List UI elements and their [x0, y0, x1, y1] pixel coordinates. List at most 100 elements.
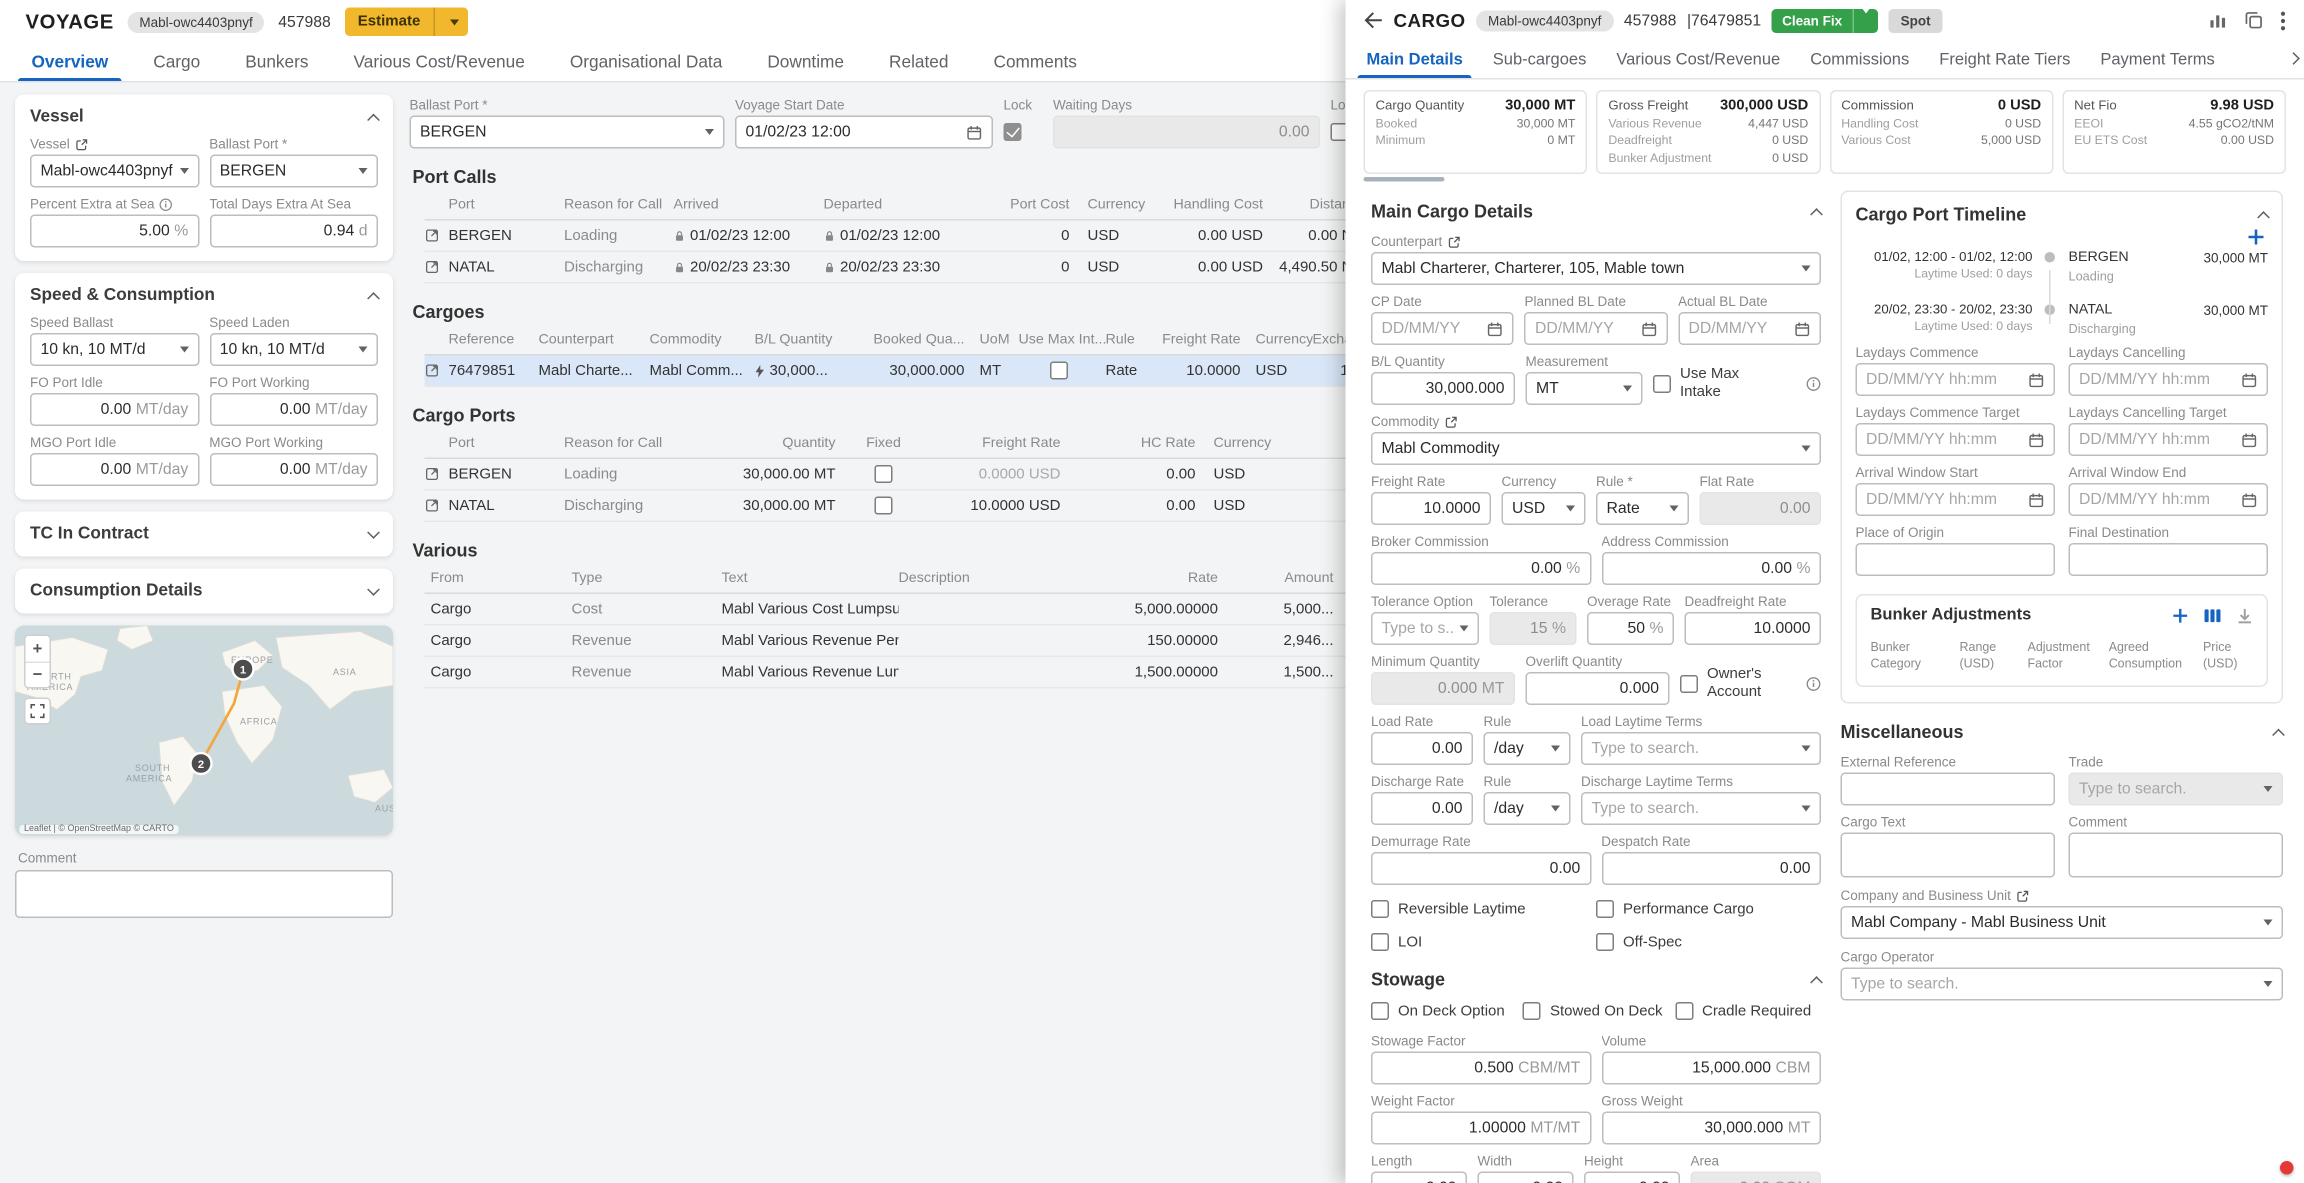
tab-main-details[interactable]: Main Details: [1352, 41, 1478, 79]
open-record-icon[interactable]: [425, 363, 440, 378]
use-max-intake-checkbox[interactable]: [1653, 375, 1671, 393]
performance-cargo-checkbox[interactable]: [1596, 901, 1614, 919]
status-dropdown-arrow-icon[interactable]: [1854, 13, 1878, 28]
external-link-icon[interactable]: [1447, 235, 1461, 249]
arrival-window-start-input[interactable]: DD/MM/YY hh:mm: [1856, 484, 2056, 517]
collapse-chevron-icon[interactable]: [2272, 728, 2285, 741]
add-port-call-icon[interactable]: [2247, 229, 2265, 247]
external-reference-input[interactable]: [1841, 773, 2056, 806]
demurrage-rate-input[interactable]: 0.00: [1371, 853, 1591, 886]
info-icon[interactable]: [1806, 376, 1821, 391]
external-link-icon[interactable]: [2015, 889, 2029, 903]
width-input[interactable]: 0.00: [1478, 1172, 1574, 1183]
tabs-overflow-chevron-icon[interactable]: [2287, 52, 2300, 65]
length-input[interactable]: 0.00: [1371, 1172, 1467, 1183]
download-icon[interactable]: [2237, 607, 2254, 624]
reversible-laytime-checkbox[interactable]: [1371, 901, 1389, 919]
cradle-required-checkbox[interactable]: [1675, 1003, 1693, 1021]
calendar-icon[interactable]: [966, 124, 983, 141]
expand-chevron-icon[interactable]: [367, 583, 380, 596]
fullscreen-button[interactable]: [24, 698, 51, 725]
counterpart-select[interactable]: Mabl Charterer, Charterer, 105, Mable to…: [1371, 253, 1821, 286]
cargo-operator-select[interactable]: Type to search.: [1841, 968, 2284, 1001]
load-laytime-terms-select[interactable]: Type to search.: [1581, 733, 1821, 766]
height-input[interactable]: 0.00: [1584, 1172, 1680, 1183]
deadfreight-rate-input[interactable]: 10.0000: [1685, 613, 1822, 646]
broker-commission-input[interactable]: 0.00%: [1371, 553, 1591, 586]
tab-overview[interactable]: Overview: [9, 44, 131, 82]
total-days-extra-input[interactable]: 0.94d: [209, 215, 378, 248]
cp-date-input[interactable]: DD/MM/YY: [1371, 313, 1514, 346]
off-spec-checkbox[interactable]: [1596, 934, 1614, 952]
calendar-icon[interactable]: [2241, 432, 2258, 449]
tab-organisational-data[interactable]: Organisational Data: [547, 44, 744, 82]
columns-icon[interactable]: [2204, 607, 2222, 624]
measurement-select[interactable]: MT: [1526, 373, 1643, 406]
use-max-intake-checkbox[interactable]: [1050, 362, 1068, 380]
fixed-checkbox[interactable]: [875, 465, 893, 483]
address-commission-input[interactable]: 0.00%: [1601, 553, 1821, 586]
loi-checkbox[interactable]: [1371, 934, 1389, 952]
rule-select[interactable]: Rate: [1596, 493, 1689, 526]
final-destination-input[interactable]: [2069, 544, 2269, 577]
tab-comments[interactable]: Comments: [971, 44, 1099, 82]
ballast-port-select[interactable]: BERGEN: [209, 155, 378, 188]
laydays-cancelling-input[interactable]: DD/MM/YY hh:mm: [2069, 364, 2269, 397]
world-map[interactable]: NORTH AMERICA EUROPE ASIA AFRICA SOUTH A…: [15, 626, 393, 836]
stowed-on-deck-checkbox[interactable]: [1523, 1003, 1541, 1021]
timeline-entry[interactable]: 20/02, 23:30 - 20/02, 23:30 Laytime Used…: [1856, 302, 2269, 337]
vessel-select[interactable]: Mabl-owc4403pnyf: [30, 155, 199, 188]
laydays-cancelling-target-input[interactable]: DD/MM/YY hh:mm: [2069, 424, 2269, 457]
discharge-rule-select[interactable]: /day: [1484, 793, 1571, 826]
commodity-select[interactable]: Mabl Commodity: [1371, 433, 1821, 466]
collapse-chevron-icon[interactable]: [367, 113, 380, 126]
gross-weight-input[interactable]: 30,000.000MT: [1601, 1112, 1821, 1145]
place-of-origin-input[interactable]: [1856, 544, 2056, 577]
external-link-icon[interactable]: [74, 137, 88, 151]
weight-factor-input[interactable]: 1.00000MT/MT: [1371, 1112, 1591, 1145]
calendar-icon[interactable]: [2241, 492, 2258, 509]
calendar-icon[interactable]: [1487, 321, 1504, 338]
add-bunker-adjustment-icon[interactable]: [2172, 607, 2189, 624]
open-record-icon[interactable]: [425, 260, 440, 275]
owners-account-checkbox[interactable]: [1680, 675, 1698, 693]
summary-scrollbar[interactable]: [1364, 178, 1445, 183]
tolerance-option-select[interactable]: Type to s...: [1371, 613, 1479, 646]
back-arrow-icon[interactable]: [1364, 11, 1384, 31]
tab-various-cost-revenue[interactable]: Various Cost/Revenue: [1601, 41, 1795, 79]
load-rule-select[interactable]: /day: [1484, 733, 1571, 766]
open-record-icon[interactable]: [425, 498, 440, 513]
calendar-icon[interactable]: [2028, 492, 2045, 509]
open-record-icon[interactable]: [425, 228, 440, 243]
notification-dot[interactable]: [2280, 1161, 2294, 1175]
freight-rate-input[interactable]: 10.0000: [1371, 493, 1491, 526]
speed-laden-select[interactable]: 10 kn, 10 MT/d: [209, 333, 378, 366]
calendar-icon[interactable]: [2028, 432, 2045, 449]
collapse-chevron-icon[interactable]: [1810, 976, 1823, 989]
calendar-icon[interactable]: [1794, 321, 1811, 338]
tab-commissions[interactable]: Commissions: [1795, 41, 1924, 79]
collapse-chevron-icon[interactable]: [1810, 208, 1823, 221]
tab-freight-rate-tiers[interactable]: Freight Rate Tiers: [1924, 41, 2085, 79]
fo-port-working-input[interactable]: 0.00MT/day: [209, 393, 378, 426]
collapse-chevron-icon[interactable]: [2257, 211, 2270, 224]
calendar-icon[interactable]: [2241, 372, 2258, 389]
overage-rate-input[interactable]: 50%: [1587, 613, 1674, 646]
company-business-unit-select[interactable]: Mabl Company - Mabl Business Unit: [1841, 906, 2284, 939]
currency-select[interactable]: USD: [1502, 493, 1586, 526]
laydays-commence-input[interactable]: DD/MM/YY hh:mm: [1856, 364, 2056, 397]
insights-icon[interactable]: [2208, 11, 2228, 31]
mgo-port-idle-input[interactable]: 0.00MT/day: [30, 453, 199, 486]
map-marker-2[interactable]: 2: [191, 753, 212, 774]
comment-textarea[interactable]: [15, 870, 393, 918]
discharge-laytime-terms-select[interactable]: Type to search.: [1581, 793, 1821, 826]
estimate-dropdown-arrow-icon[interactable]: [435, 19, 468, 25]
percent-extra-input[interactable]: 5.00%: [30, 215, 199, 248]
estimate-button[interactable]: Estimate: [344, 8, 468, 37]
open-record-icon[interactable]: [425, 467, 440, 482]
discharge-rate-input[interactable]: 0.00: [1371, 793, 1473, 826]
zoom-in-button[interactable]: +: [26, 636, 50, 662]
voyage-start-date-input[interactable]: 01/02/23 12:00: [735, 116, 993, 149]
on-deck-option-checkbox[interactable]: [1371, 1003, 1389, 1021]
tab-various-cost-revenue[interactable]: Various Cost/Revenue: [331, 44, 547, 82]
